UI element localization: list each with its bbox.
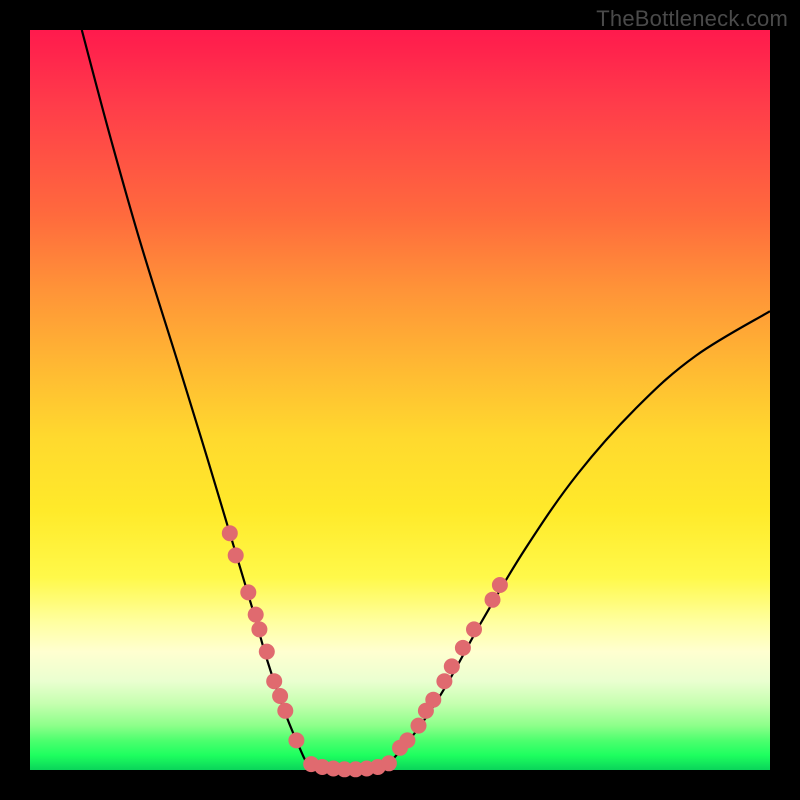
data-dot [381, 755, 397, 771]
data-dot [466, 621, 482, 637]
data-dot [399, 732, 415, 748]
data-dot [444, 658, 460, 674]
data-dot [436, 673, 452, 689]
data-dot [492, 577, 508, 593]
data-dot [266, 673, 282, 689]
data-dot [251, 621, 267, 637]
data-dot [228, 547, 244, 563]
data-dot [455, 640, 471, 656]
data-dot [288, 732, 304, 748]
data-dot [411, 718, 427, 734]
data-dot [485, 592, 501, 608]
data-dot [425, 692, 441, 708]
data-dots [222, 525, 508, 777]
data-dot [248, 607, 264, 623]
data-dot [272, 688, 288, 704]
data-dot [277, 703, 293, 719]
data-dot [259, 644, 275, 660]
data-dot [222, 525, 238, 541]
watermark-text: TheBottleneck.com [596, 6, 788, 32]
data-dot [240, 584, 256, 600]
bottleneck-curve [82, 30, 770, 770]
chart-overlay [30, 30, 770, 770]
